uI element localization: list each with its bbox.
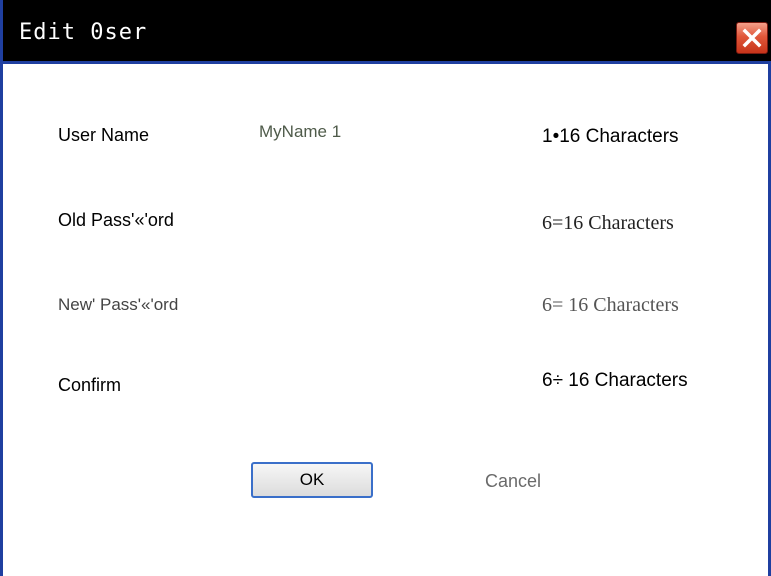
confirm-hint: 6÷ 16 Characters xyxy=(542,370,688,391)
new-password-label: New' Pass'«'ord xyxy=(58,295,179,314)
ok-button[interactable]: OK xyxy=(251,462,373,498)
user-name-field[interactable]: MyName 1 xyxy=(259,122,341,142)
title-bar: Edit 0ser xyxy=(3,0,771,64)
close-icon xyxy=(742,28,762,48)
window-title: Edit 0ser xyxy=(19,20,148,45)
confirm-label: Confirm xyxy=(58,375,122,395)
cancel-button[interactable]: Cancel xyxy=(485,471,541,492)
new-password-hint: 6= 16 Characters xyxy=(542,294,679,316)
edit-user-dialog: Edit 0ser User Name MyName 1 1•16 Charac… xyxy=(0,0,771,576)
old-password-label: Old Pass'«'ord xyxy=(58,210,174,230)
user-name-label: User Name xyxy=(58,125,150,145)
close-button[interactable] xyxy=(736,22,768,54)
user-name-hint: 1•16 Characters xyxy=(542,126,679,147)
old-password-hint: 6=16 Characters xyxy=(542,212,674,234)
